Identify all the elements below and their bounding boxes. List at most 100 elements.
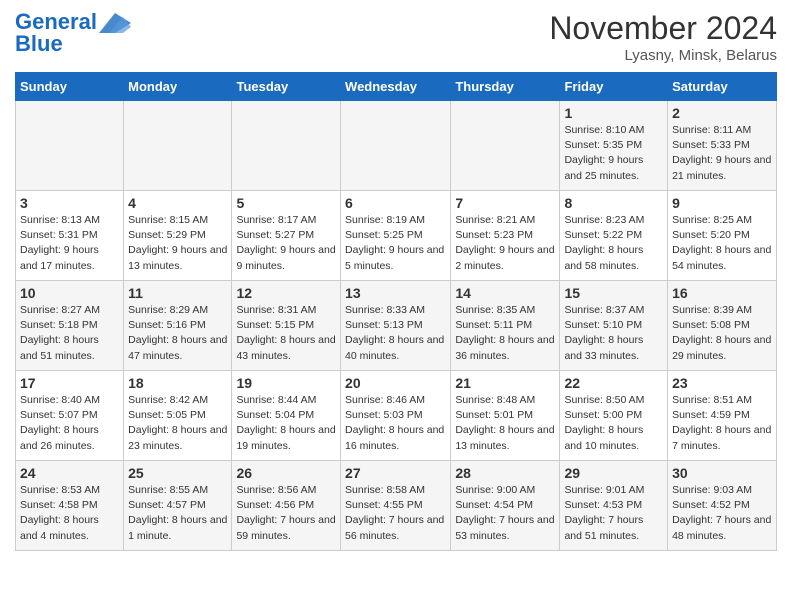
calendar-cell [16, 101, 124, 191]
day-info: Sunrise: 8:21 AM Sunset: 5:23 PM Dayligh… [455, 213, 555, 274]
weekday-header-saturday: Saturday [668, 73, 777, 101]
day-number: 12 [236, 285, 336, 301]
calendar-table: SundayMondayTuesdayWednesdayThursdayFrid… [15, 72, 777, 551]
day-number: 24 [20, 465, 119, 481]
day-number: 25 [128, 465, 227, 481]
header: General Blue November 2024 Lyasny, Minsk… [15, 10, 777, 64]
day-info: Sunrise: 8:29 AM Sunset: 5:16 PM Dayligh… [128, 303, 227, 364]
day-number: 10 [20, 285, 119, 301]
day-number: 11 [128, 285, 227, 301]
day-number: 6 [345, 195, 446, 211]
day-info: Sunrise: 8:11 AM Sunset: 5:33 PM Dayligh… [672, 123, 772, 184]
day-info: Sunrise: 8:27 AM Sunset: 5:18 PM Dayligh… [20, 303, 119, 364]
weekday-header-tuesday: Tuesday [232, 73, 341, 101]
calendar-cell: 14 Sunrise: 8:35 AM Sunset: 5:11 PM Dayli… [451, 281, 560, 371]
day-number: 23 [672, 375, 772, 391]
calendar-cell: 27 Sunrise: 8:58 AM Sunset: 4:55 PM Dayli… [341, 461, 451, 551]
day-info: Sunrise: 8:56 AM Sunset: 4:56 PM Dayligh… [236, 483, 336, 544]
weekday-header-row: SundayMondayTuesdayWednesdayThursdayFrid… [16, 73, 777, 101]
calendar-cell: 12 Sunrise: 8:31 AM Sunset: 5:15 PM Dayli… [232, 281, 341, 371]
day-info: Sunrise: 8:35 AM Sunset: 5:11 PM Dayligh… [455, 303, 555, 364]
calendar-cell: 17Sunrise: 8:40 AM Sunset: 5:07 PM Dayli… [16, 371, 124, 461]
calendar-cell: 7 Sunrise: 8:21 AM Sunset: 5:23 PM Daylig… [451, 191, 560, 281]
day-number: 26 [236, 465, 336, 481]
day-number: 19 [236, 375, 336, 391]
day-info: Sunrise: 8:53 AM Sunset: 4:58 PM Dayligh… [20, 483, 119, 544]
day-number: 16 [672, 285, 772, 301]
day-number: 14 [455, 285, 555, 301]
calendar-cell: 11 Sunrise: 8:29 AM Sunset: 5:16 PM Dayli… [124, 281, 232, 371]
day-number: 29 [564, 465, 663, 481]
calendar-cell: 15 Sunrise: 8:37 AM Sunset: 5:10 PM Dayli… [560, 281, 668, 371]
calendar-cell: 8Sunrise: 8:23 AM Sunset: 5:22 PM Daylig… [560, 191, 668, 281]
day-number: 27 [345, 465, 446, 481]
weekday-header-thursday: Thursday [451, 73, 560, 101]
logo: General Blue [15, 10, 131, 56]
calendar-cell: 6Sunrise: 8:19 AM Sunset: 5:25 PM Daylig… [341, 191, 451, 281]
calendar-cell: 9Sunrise: 8:25 AM Sunset: 5:20 PM Daylig… [668, 191, 777, 281]
calendar-cell: 22Sunrise: 8:50 AM Sunset: 5:00 PM Dayli… [560, 371, 668, 461]
day-number: 4 [128, 195, 227, 211]
calendar-cell: 30 Sunrise: 9:03 AM Sunset: 4:52 PM Dayli… [668, 461, 777, 551]
logo-icon [99, 13, 131, 33]
location: Lyasny, Minsk, Belarus [549, 47, 777, 64]
calendar-cell: 24 Sunrise: 8:53 AM Sunset: 4:58 PM Dayli… [16, 461, 124, 551]
day-info: Sunrise: 8:17 AM Sunset: 5:27 PM Dayligh… [236, 213, 336, 274]
calendar-cell: 1 Sunrise: 8:10 AM Sunset: 5:35 PM Daylig… [560, 101, 668, 191]
day-number: 15 [564, 285, 663, 301]
calendar-cell [451, 101, 560, 191]
day-number: 21 [455, 375, 555, 391]
day-info: Sunrise: 9:00 AM Sunset: 4:54 PM Dayligh… [455, 483, 555, 544]
day-info: Sunrise: 8:42 AM Sunset: 5:05 PM Dayligh… [128, 393, 227, 454]
day-number: 17 [20, 375, 119, 391]
calendar-cell: 19Sunrise: 8:44 AM Sunset: 5:04 PM Dayli… [232, 371, 341, 461]
day-info: Sunrise: 8:58 AM Sunset: 4:55 PM Dayligh… [345, 483, 446, 544]
day-info: Sunrise: 8:10 AM Sunset: 5:35 PM Dayligh… [564, 123, 663, 184]
calendar-cell: 28 Sunrise: 9:00 AM Sunset: 4:54 PM Dayli… [451, 461, 560, 551]
day-number: 1 [564, 105, 663, 121]
calendar-cell: 3Sunrise: 8:13 AM Sunset: 5:31 PM Daylig… [16, 191, 124, 281]
calendar-week-1: 1 Sunrise: 8:10 AM Sunset: 5:35 PM Daylig… [16, 101, 777, 191]
weekday-header-sunday: Sunday [16, 73, 124, 101]
day-info: Sunrise: 8:25 AM Sunset: 5:20 PM Dayligh… [672, 213, 772, 274]
day-info: Sunrise: 8:39 AM Sunset: 5:08 PM Dayligh… [672, 303, 772, 364]
day-info: Sunrise: 8:23 AM Sunset: 5:22 PM Dayligh… [564, 213, 663, 274]
day-info: Sunrise: 8:48 AM Sunset: 5:01 PM Dayligh… [455, 393, 555, 454]
weekday-header-wednesday: Wednesday [341, 73, 451, 101]
day-info: Sunrise: 9:03 AM Sunset: 4:52 PM Dayligh… [672, 483, 772, 544]
day-info: Sunrise: 8:15 AM Sunset: 5:29 PM Dayligh… [128, 213, 227, 274]
calendar-week-4: 17Sunrise: 8:40 AM Sunset: 5:07 PM Dayli… [16, 371, 777, 461]
calendar-cell: 26 Sunrise: 8:56 AM Sunset: 4:56 PM Dayli… [232, 461, 341, 551]
calendar-cell: 23 Sunrise: 8:51 AM Sunset: 4:59 PM Dayli… [668, 371, 777, 461]
day-number: 13 [345, 285, 446, 301]
day-info: Sunrise: 8:31 AM Sunset: 5:15 PM Dayligh… [236, 303, 336, 364]
day-number: 30 [672, 465, 772, 481]
day-info: Sunrise: 8:33 AM Sunset: 5:13 PM Dayligh… [345, 303, 446, 364]
logo-text-blue: Blue [15, 32, 63, 56]
day-info: Sunrise: 8:51 AM Sunset: 4:59 PM Dayligh… [672, 393, 772, 454]
day-number: 20 [345, 375, 446, 391]
calendar-cell: 10 Sunrise: 8:27 AM Sunset: 5:18 PM Dayli… [16, 281, 124, 371]
day-number: 3 [20, 195, 119, 211]
day-info: Sunrise: 8:46 AM Sunset: 5:03 PM Dayligh… [345, 393, 446, 454]
calendar-cell [341, 101, 451, 191]
calendar-cell: 25 Sunrise: 8:55 AM Sunset: 4:57 PM Dayli… [124, 461, 232, 551]
day-number: 22 [564, 375, 663, 391]
calendar-week-3: 10 Sunrise: 8:27 AM Sunset: 5:18 PM Dayli… [16, 281, 777, 371]
calendar-cell: 4 Sunrise: 8:15 AM Sunset: 5:29 PM Daylig… [124, 191, 232, 281]
day-info: Sunrise: 8:37 AM Sunset: 5:10 PM Dayligh… [564, 303, 663, 364]
calendar-cell: 29Sunrise: 9:01 AM Sunset: 4:53 PM Dayli… [560, 461, 668, 551]
day-number: 7 [455, 195, 555, 211]
day-number: 28 [455, 465, 555, 481]
calendar-cell [124, 101, 232, 191]
month-title: November 2024 [549, 10, 777, 47]
calendar-cell: 16 Sunrise: 8:39 AM Sunset: 5:08 PM Dayli… [668, 281, 777, 371]
day-number: 18 [128, 375, 227, 391]
calendar-cell: 2Sunrise: 8:11 AM Sunset: 5:33 PM Daylig… [668, 101, 777, 191]
day-info: Sunrise: 8:55 AM Sunset: 4:57 PM Dayligh… [128, 483, 227, 544]
calendar-cell: 18 Sunrise: 8:42 AM Sunset: 5:05 PM Dayli… [124, 371, 232, 461]
calendar-week-2: 3Sunrise: 8:13 AM Sunset: 5:31 PM Daylig… [16, 191, 777, 281]
day-number: 5 [236, 195, 336, 211]
calendar-cell: 13 Sunrise: 8:33 AM Sunset: 5:13 PM Dayli… [341, 281, 451, 371]
calendar-cell: 20 Sunrise: 8:46 AM Sunset: 5:03 PM Dayli… [341, 371, 451, 461]
